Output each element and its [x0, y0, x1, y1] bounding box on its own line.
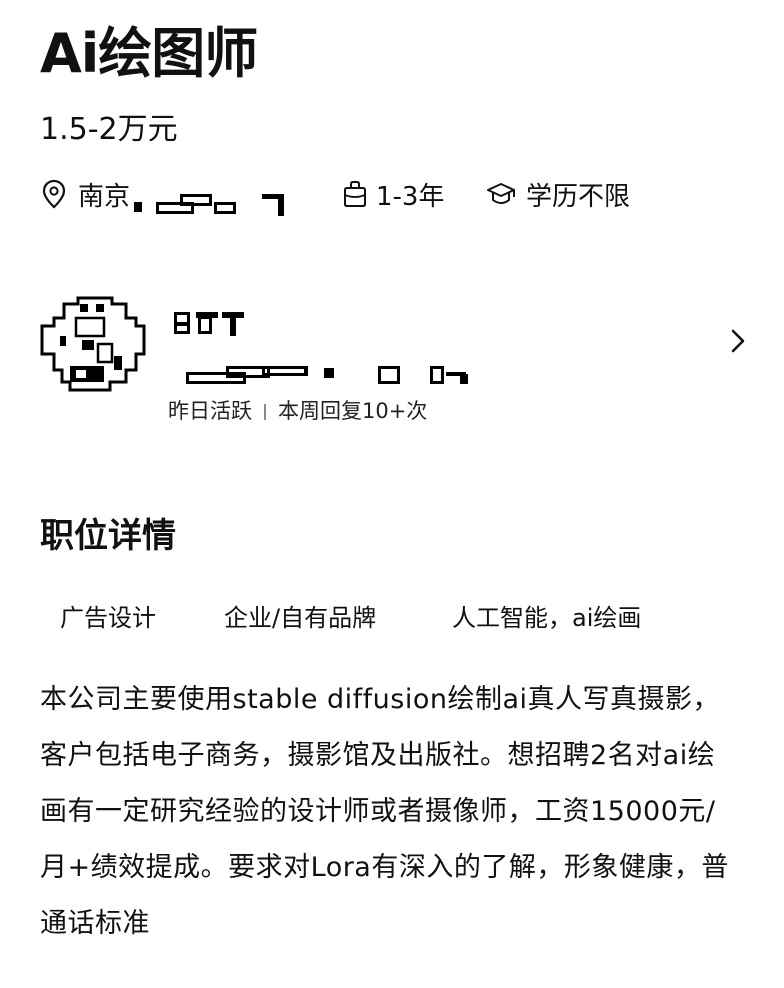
address-redaction — [134, 172, 285, 216]
education-text: 学历不限 — [526, 181, 631, 212]
location-info: 南京 — [40, 172, 285, 216]
job-description: 本公司主要使用stable diffusion绘制ai真人写真摄影，客户包括电子… — [40, 684, 729, 939]
recruiter-activity: 昨日活跃 本周回复10+次 — [168, 396, 427, 426]
job-tags: 广告设计 企业/自有品牌 人工智能，ai绘画 — [40, 596, 760, 640]
recruiter-company-redaction — [186, 362, 476, 386]
tag-item: 企业/自有品牌 — [224, 604, 377, 632]
salary-range: 1.5-2万元 — [40, 112, 178, 147]
reply-stats: 本周回复10+次 — [278, 399, 428, 423]
location-pin-icon — [40, 178, 68, 210]
recruiter-name-redaction — [174, 310, 244, 340]
active-status: 昨日活跃 — [168, 399, 252, 423]
location-text: 南京 — [78, 181, 131, 212]
job-meta-row: 南京 1-3年 学历不限 — [40, 172, 740, 216]
experience-info: 1-3年 — [342, 172, 444, 216]
briefcase-icon — [342, 179, 368, 209]
tag-item: 广告设计 — [60, 604, 156, 632]
job-details-title: 职位详情 — [40, 516, 176, 556]
job-title: Ai绘图师 — [40, 22, 258, 85]
tag-item: 人工智能，ai绘画 — [452, 604, 642, 632]
divider — [264, 404, 266, 420]
recruiter-card[interactable]: 昨日活跃 本周回复10+次 — [0, 290, 784, 430]
graduation-cap-icon — [486, 179, 516, 209]
education-info: 学历不限 — [486, 172, 630, 216]
chevron-right-icon[interactable] — [728, 326, 748, 356]
recruiter-avatar — [40, 296, 148, 392]
experience-text: 1-3年 — [376, 181, 445, 212]
